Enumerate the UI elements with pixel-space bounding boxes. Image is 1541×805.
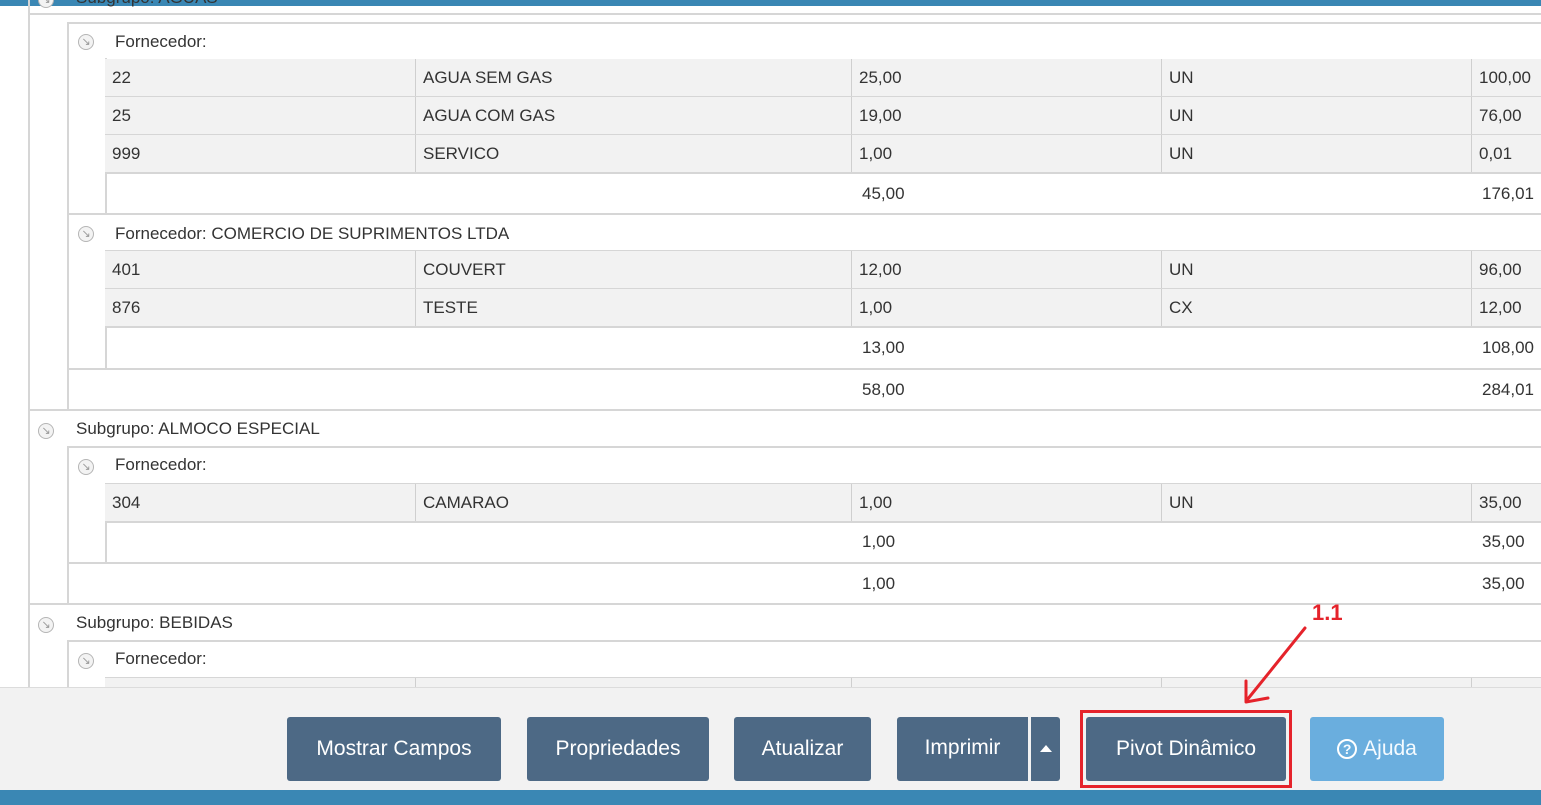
supplier-label: Fornecedor: COMERCIO DE SUPRIMENTOS LTDA (115, 224, 510, 243)
divider (28, 409, 1541, 411)
item-code: 999 (112, 144, 141, 163)
question-circle-icon: ? (1337, 739, 1358, 759)
item-qty: 25,00 (859, 68, 902, 87)
item-code: 304 (112, 493, 141, 512)
subgroup-label: Subgrupo: ALMOCO ESPECIAL (76, 419, 320, 438)
caret-up-icon (1040, 745, 1052, 752)
item-name: CAMARAO (423, 493, 509, 512)
item-unit: CX (1169, 298, 1193, 317)
item-total: 12,00 (1479, 298, 1522, 317)
collapse-icon[interactable]: ↘ (78, 459, 94, 475)
supplier-sum-total: 108,00 (1482, 338, 1534, 357)
divider (67, 368, 1541, 370)
item-code: 25 (112, 106, 131, 125)
item-qty: 1,00 (859, 144, 893, 163)
subgroup-sum-qty: 1,00 (862, 574, 896, 593)
table-row: 401 COUVERT 12,00 UN 96,00 (105, 251, 1541, 289)
item-unit: UN (1169, 493, 1194, 512)
collapse-icon[interactable]: ↘ (38, 423, 54, 439)
divider (105, 521, 1541, 523)
supplier-sum-total: 35,00 (1482, 532, 1525, 551)
item-qty: 1,00 (859, 298, 893, 317)
item-code: 876 (112, 298, 141, 317)
item-total: 76,00 (1479, 106, 1522, 125)
item-code: 22 (112, 68, 131, 87)
table-row: 304 CAMARAO 1,00 UN 35,00 (105, 484, 1541, 522)
divider (105, 172, 1541, 174)
supplier-sum-qty: 1,00 (862, 532, 896, 551)
properties-button[interactable]: Propriedades (527, 717, 709, 781)
outer-border (28, 0, 30, 687)
item-name: SERVICO (423, 144, 500, 163)
collapse-icon[interactable]: ↘ (78, 653, 94, 669)
item-unit: UN (1169, 260, 1194, 279)
item-qty: 12,00 (859, 260, 902, 279)
divider (67, 213, 1541, 215)
item-unit: UN (1169, 68, 1194, 87)
item-name: AGUA COM GAS (423, 106, 556, 125)
divider (67, 640, 1541, 642)
table-row: 999 SERVICO 1,00 UN 0,01 (105, 135, 1541, 173)
help-label: Ajuda (1363, 737, 1417, 760)
pivot-report-grid: ↘ Subgrupo: AGUAS ↘ Fornecedor: 22 AGUA … (0, 0, 1541, 687)
print-options-dropdown[interactable] (1029, 717, 1060, 781)
subgroup-inner-border (67, 446, 69, 604)
table-row (105, 678, 1541, 687)
supplier-sum-total: 176,01 (1482, 184, 1534, 203)
action-toolbar: Mostrar Campos Propriedades Atualizar Im… (0, 687, 1541, 790)
subgroup-label: Subgrupo: BEBIDAS (76, 613, 233, 632)
subgroup-inner-border (67, 23, 69, 410)
item-total: 35,00 (1479, 493, 1522, 512)
supplier-sum-qty: 45,00 (862, 184, 905, 203)
item-qty: 19,00 (859, 106, 902, 125)
item-name: AGUA SEM GAS (423, 68, 553, 87)
bottom-accent-bar (0, 790, 1541, 805)
item-code: 401 (112, 260, 141, 279)
item-qty: 1,00 (859, 493, 893, 512)
help-button[interactable]: ? Ajuda (1310, 717, 1444, 781)
item-unit: UN (1169, 144, 1194, 163)
subgroup-sum-total: 284,01 (1482, 380, 1534, 399)
table-row: 876 TESTE 1,00 CX 12,00 (105, 289, 1541, 327)
supplier-label: Fornecedor: (115, 649, 207, 668)
subgroup-sum-qty: 58,00 (862, 380, 905, 399)
supplier-label: Fornecedor: (115, 455, 207, 474)
divider (67, 22, 1541, 24)
collapse-icon[interactable]: ↘ (78, 34, 94, 50)
divider (67, 562, 1541, 564)
subgroup-inner-border (67, 640, 69, 687)
item-unit: UN (1169, 106, 1194, 125)
collapse-icon[interactable]: ↘ (38, 0, 54, 8)
item-total: 0,01 (1479, 144, 1513, 163)
supplier-sum-qty: 13,00 (862, 338, 905, 357)
print-button[interactable]: Imprimir (897, 717, 1028, 781)
show-fields-button[interactable]: Mostrar Campos (287, 717, 501, 781)
subgroup-sum-total: 35,00 (1482, 574, 1525, 593)
item-total: 100,00 (1479, 68, 1531, 87)
divider (67, 446, 1541, 448)
divider (105, 326, 1541, 328)
subgroup-label: Subgrupo: AGUAS (76, 0, 218, 8)
table-row: 22 AGUA SEM GAS 25,00 UN 100,00 (105, 59, 1541, 97)
supplier-label: Fornecedor: (115, 32, 207, 51)
refresh-button[interactable]: Atualizar (734, 717, 871, 781)
collapse-icon[interactable]: ↘ (78, 226, 94, 242)
annotation-highlight-box (1080, 710, 1292, 788)
collapse-icon[interactable]: ↘ (38, 617, 54, 633)
table-row: 25 AGUA COM GAS 19,00 UN 76,00 (105, 97, 1541, 135)
item-name: COUVERT (423, 260, 506, 279)
divider (28, 13, 1541, 15)
item-name: TESTE (423, 298, 478, 317)
item-total: 96,00 (1479, 260, 1522, 279)
annotation-label: 1.1 (1312, 600, 1343, 625)
